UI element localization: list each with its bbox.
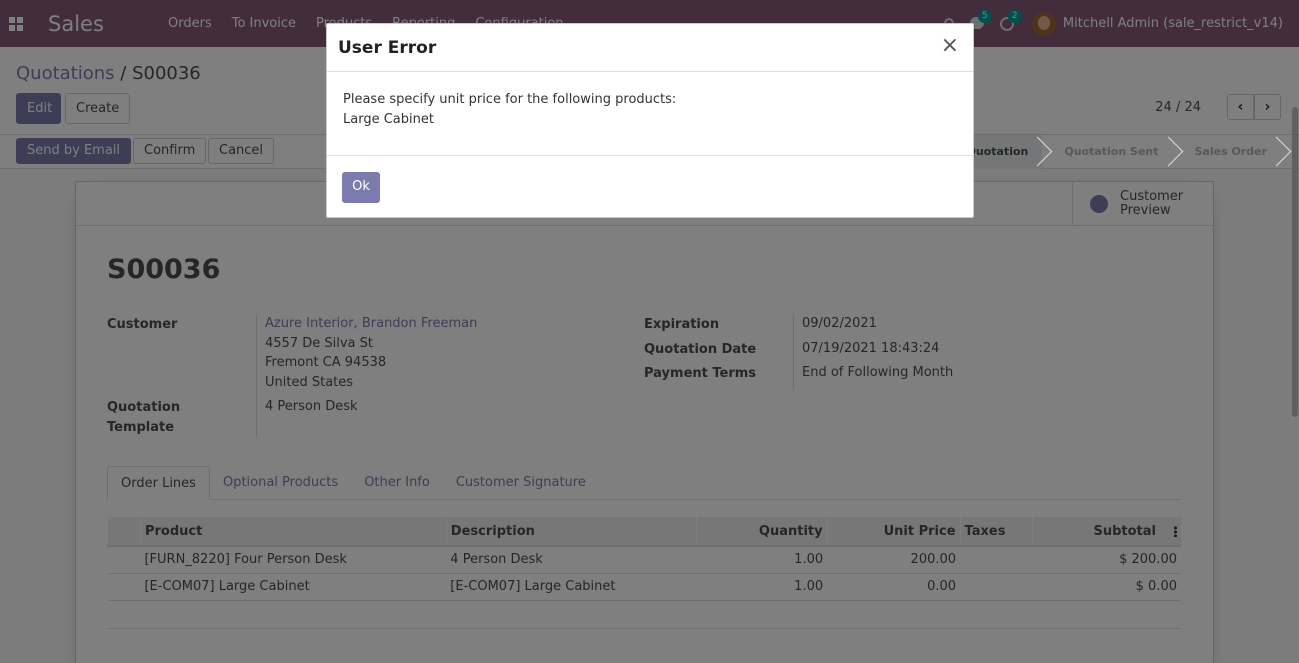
dialog-message: Please specify unit price for the follow… bbox=[343, 92, 677, 107]
ok-button[interactable]: Ok bbox=[342, 172, 380, 203]
dialog-footer: Ok bbox=[327, 156, 973, 217]
dialog-header: User Error × bbox=[327, 24, 973, 72]
close-icon[interactable]: × bbox=[941, 35, 959, 57]
user-error-dialog: User Error × Please specify unit price f… bbox=[326, 23, 974, 218]
dialog-body: Please specify unit price for the follow… bbox=[327, 72, 973, 156]
dialog-title: User Error bbox=[338, 38, 437, 58]
dialog-message-product: Large Cabinet bbox=[343, 112, 434, 127]
